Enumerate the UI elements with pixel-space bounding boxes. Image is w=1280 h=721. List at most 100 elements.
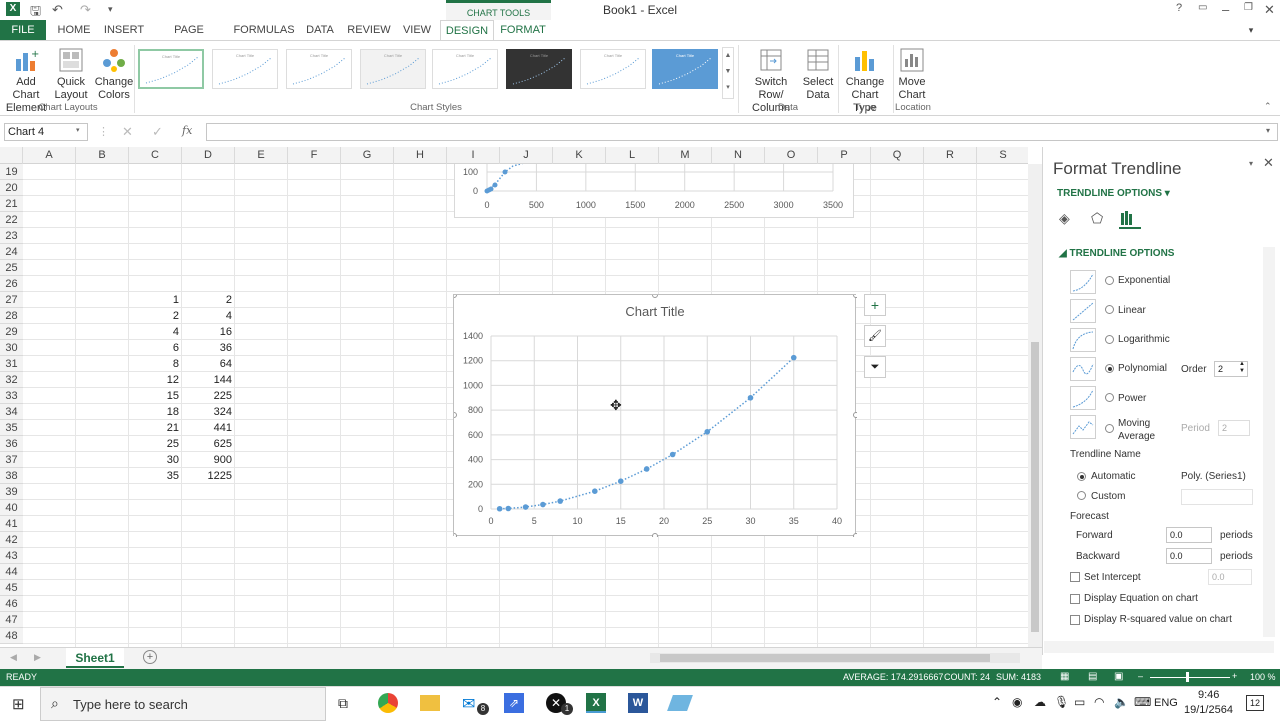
- enter-icon[interactable]: ✓: [152, 124, 163, 140]
- column-header[interactable]: G: [341, 147, 394, 164]
- tab-home[interactable]: HOME: [54, 20, 94, 40]
- excel-taskbar-icon[interactable]: X: [586, 693, 606, 713]
- column-header[interactable]: P: [818, 147, 871, 164]
- language-indicator[interactable]: ENG: [1154, 697, 1178, 709]
- cell-c[interactable]: 35: [129, 468, 182, 484]
- main-chart[interactable]: Chart Title 0 200 400 600 800 1000 1200 1400 0 5 1…: [451, 292, 859, 539]
- cell-c[interactable]: 12: [129, 372, 182, 388]
- cell-c[interactable]: 25: [129, 436, 182, 452]
- clock-time[interactable]: 9:46: [1198, 689, 1219, 701]
- moving-average-radio[interactable]: [1105, 424, 1114, 433]
- chart-style-6[interactable]: Chart Title: [506, 49, 572, 89]
- change-colors-button[interactable]: Change Colors: [94, 47, 134, 102]
- worksheet-grid[interactable]: ABCDEFGHIJKLMNOPQRS 19 20 21 22 23 24 25 26 27 28…: [0, 147, 1028, 647]
- column-header[interactable]: J: [500, 147, 553, 164]
- top-chart[interactable]: 100 0 0 500 1000 1500 2000 2500 3000 3500: [454, 159, 854, 218]
- row-header[interactable]: 29: [0, 324, 23, 340]
- column-header[interactable]: C: [129, 147, 182, 164]
- normal-view-icon[interactable]: ▦: [1060, 671, 1069, 682]
- effects-icon[interactable]: ⬠: [1091, 210, 1103, 227]
- chart-style-2[interactable]: Chart Title: [212, 49, 278, 89]
- row-header[interactable]: 22: [0, 212, 23, 228]
- power-radio[interactable]: [1105, 393, 1114, 402]
- customize-qat-icon[interactable]: ▾: [108, 4, 113, 15]
- cell-d[interactable]: 1225: [182, 468, 235, 484]
- cell-d[interactable]: 225: [182, 388, 235, 404]
- row-header[interactable]: 42: [0, 532, 23, 548]
- row-header[interactable]: 43: [0, 548, 23, 564]
- tab-data[interactable]: DATA: [302, 20, 338, 40]
- column-header[interactable]: H: [394, 147, 447, 164]
- cell-c[interactable]: 30: [129, 452, 182, 468]
- chart-style-1[interactable]: Chart Title: [138, 49, 204, 89]
- cell-d[interactable]: 36: [182, 340, 235, 356]
- chart-style-5[interactable]: Chart Title: [432, 49, 498, 89]
- name-box-dropdown-icon[interactable]: ▾: [76, 126, 80, 134]
- cell-c[interactable]: 15: [129, 388, 182, 404]
- keyboard-icon[interactable]: ⌨: [1134, 695, 1151, 709]
- trendline-options-dropdown[interactable]: TRENDLINE OPTIONS ▾: [1057, 188, 1170, 199]
- cell-d[interactable]: 441: [182, 420, 235, 436]
- cell-c[interactable]: 4: [129, 324, 182, 340]
- column-header[interactable]: R: [924, 147, 977, 164]
- chrome-icon[interactable]: [378, 693, 398, 713]
- cell-d[interactable]: 324: [182, 404, 235, 420]
- display-r-squared-checkbox[interactable]: [1070, 615, 1080, 625]
- word-taskbar-icon[interactable]: W: [628, 693, 648, 713]
- backward-input[interactable]: 0.0: [1166, 548, 1212, 564]
- chart-title[interactable]: Chart Title: [625, 304, 684, 319]
- order-spinner[interactable]: 2 ▲ ▼: [1214, 361, 1248, 377]
- tab-review[interactable]: REVIEW: [346, 20, 392, 40]
- collapse-ribbon-icon[interactable]: ⌃: [1264, 101, 1272, 112]
- zoom-slider-thumb[interactable]: [1186, 672, 1189, 682]
- row-header[interactable]: 23: [0, 228, 23, 244]
- help-icon[interactable]: ?: [1176, 2, 1182, 14]
- windows-start-icon[interactable]: ⊞: [12, 695, 25, 713]
- zoom-slider[interactable]: [1150, 677, 1230, 678]
- column-header[interactable]: O: [765, 147, 818, 164]
- column-header[interactable]: F: [288, 147, 341, 164]
- row-header[interactable]: 33: [0, 388, 23, 404]
- cell-d[interactable]: 900: [182, 452, 235, 468]
- notifications-icon[interactable]: 12: [1246, 695, 1264, 711]
- row-header[interactable]: 26: [0, 276, 23, 292]
- chart-style-7[interactable]: Chart Title: [580, 49, 646, 89]
- chart-filters-icon[interactable]: ⏷: [864, 356, 886, 378]
- set-intercept-checkbox[interactable]: [1070, 572, 1080, 582]
- page-break-view-icon[interactable]: ▣: [1114, 671, 1123, 682]
- column-header[interactable]: Q: [871, 147, 924, 164]
- cell-c[interactable]: 2: [129, 308, 182, 324]
- quick-layout-button[interactable]: Quick Layout: [54, 47, 88, 102]
- column-header[interactable]: B: [76, 147, 129, 164]
- column-header[interactable]: K: [553, 147, 606, 164]
- tab-page-layout[interactable]: PAGE LAYOUT: [153, 20, 225, 56]
- logarithmic-radio[interactable]: [1105, 335, 1114, 344]
- cell-d[interactable]: 625: [182, 436, 235, 452]
- column-header[interactable]: E: [235, 147, 288, 164]
- cell-c[interactable]: 21: [129, 420, 182, 436]
- row-header[interactable]: 48: [0, 628, 23, 644]
- microphone-icon[interactable]: 🎙: [1054, 695, 1069, 709]
- tray-app-icon[interactable]: ◉: [1012, 695, 1022, 709]
- display-equation-checkbox[interactable]: [1070, 594, 1080, 604]
- sheet-tab-sheet1[interactable]: Sheet1: [66, 648, 124, 668]
- cell-c[interactable]: 8: [129, 356, 182, 372]
- minimize-icon[interactable]: –: [1222, 2, 1229, 17]
- prev-sheet-icon[interactable]: ◀: [10, 652, 17, 663]
- polynomial-radio[interactable]: [1105, 364, 1114, 373]
- show-hidden-icons[interactable]: ⌃: [992, 695, 1002, 709]
- zoom-out-icon[interactable]: –: [1138, 671, 1143, 681]
- linear-radio[interactable]: [1105, 305, 1114, 314]
- file-explorer-icon[interactable]: [420, 695, 440, 711]
- cell-d[interactable]: 16: [182, 324, 235, 340]
- volume-icon[interactable]: 🔈: [1114, 695, 1129, 709]
- formula-input[interactable]: [206, 123, 1278, 141]
- column-header[interactable]: I: [447, 147, 500, 164]
- ribbon-display-icon[interactable]: ▭: [1198, 2, 1207, 13]
- tab-formulas[interactable]: FORMULAS: [233, 20, 295, 40]
- order-spin-icon[interactable]: ▲ ▼: [1239, 361, 1245, 375]
- task-view-icon[interactable]: ⧉: [338, 695, 348, 712]
- taskbar-search[interactable]: ⌕ Type here to search: [40, 687, 326, 721]
- row-header[interactable]: 34: [0, 404, 23, 420]
- row-header[interactable]: 24: [0, 244, 23, 260]
